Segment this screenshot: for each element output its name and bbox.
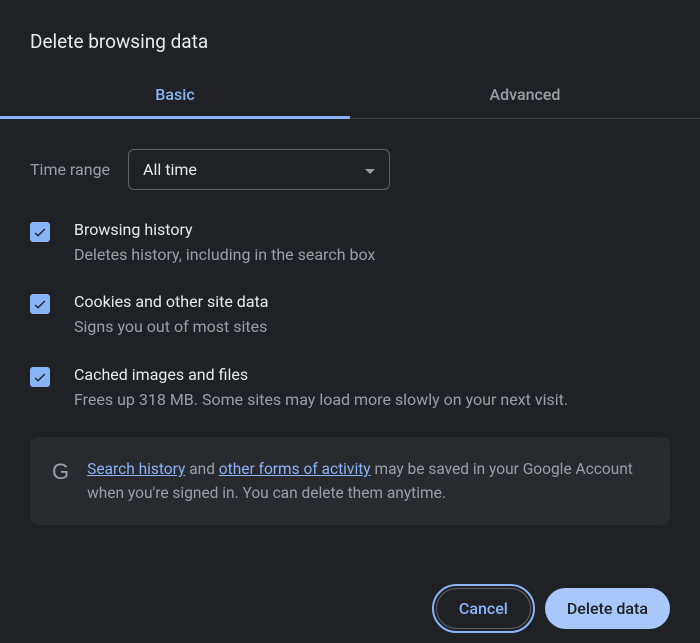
checkbox-cookies[interactable] xyxy=(30,294,50,314)
tab-advanced[interactable]: Advanced xyxy=(350,73,700,118)
delete-data-button[interactable]: Delete data xyxy=(545,588,670,629)
chevron-down-icon xyxy=(365,160,375,179)
option-cookies: Cookies and other site data Signs you ou… xyxy=(30,292,670,338)
info-box: G Search history and other forms of acti… xyxy=(30,437,670,525)
content: Time range All time Browsing history Del… xyxy=(0,119,700,525)
info-text: Search history and other forms of activi… xyxy=(87,457,648,505)
google-icon: G xyxy=(52,457,69,505)
checkbox-cache[interactable] xyxy=(30,367,50,387)
option-desc: Frees up 318 MB. Some sites may load mor… xyxy=(74,389,670,411)
option-title: Browsing history xyxy=(74,220,670,239)
time-range-select[interactable]: All time xyxy=(128,149,390,190)
time-range-row: Time range All time xyxy=(30,149,670,190)
search-history-link[interactable]: Search history xyxy=(87,460,185,478)
time-range-label: Time range xyxy=(30,160,110,179)
other-activity-link[interactable]: other forms of activity xyxy=(219,460,371,478)
option-text: Cookies and other site data Signs you ou… xyxy=(74,292,670,338)
cancel-button[interactable]: Cancel xyxy=(436,588,531,629)
option-desc: Signs you out of most sites xyxy=(74,316,670,338)
checkbox-browsing-history[interactable] xyxy=(30,222,50,242)
dialog-title: Delete browsing data xyxy=(0,0,700,73)
option-text: Browsing history Deletes history, includ… xyxy=(74,220,670,266)
time-range-value: All time xyxy=(143,160,197,179)
option-browsing-history: Browsing history Deletes history, includ… xyxy=(30,220,670,266)
footer: Cancel Delete data xyxy=(0,574,700,643)
tabs: Basic Advanced xyxy=(0,73,700,119)
tab-basic[interactable]: Basic xyxy=(0,73,350,118)
info-text-fragment: and xyxy=(185,460,218,478)
option-desc: Deletes history, including in the search… xyxy=(74,244,670,266)
check-icon xyxy=(32,296,48,312)
option-cache: Cached images and files Frees up 318 MB.… xyxy=(30,365,670,411)
check-icon xyxy=(32,224,48,240)
check-icon xyxy=(32,369,48,385)
option-title: Cached images and files xyxy=(74,365,670,384)
option-title: Cookies and other site data xyxy=(74,292,670,311)
option-text: Cached images and files Frees up 318 MB.… xyxy=(74,365,670,411)
